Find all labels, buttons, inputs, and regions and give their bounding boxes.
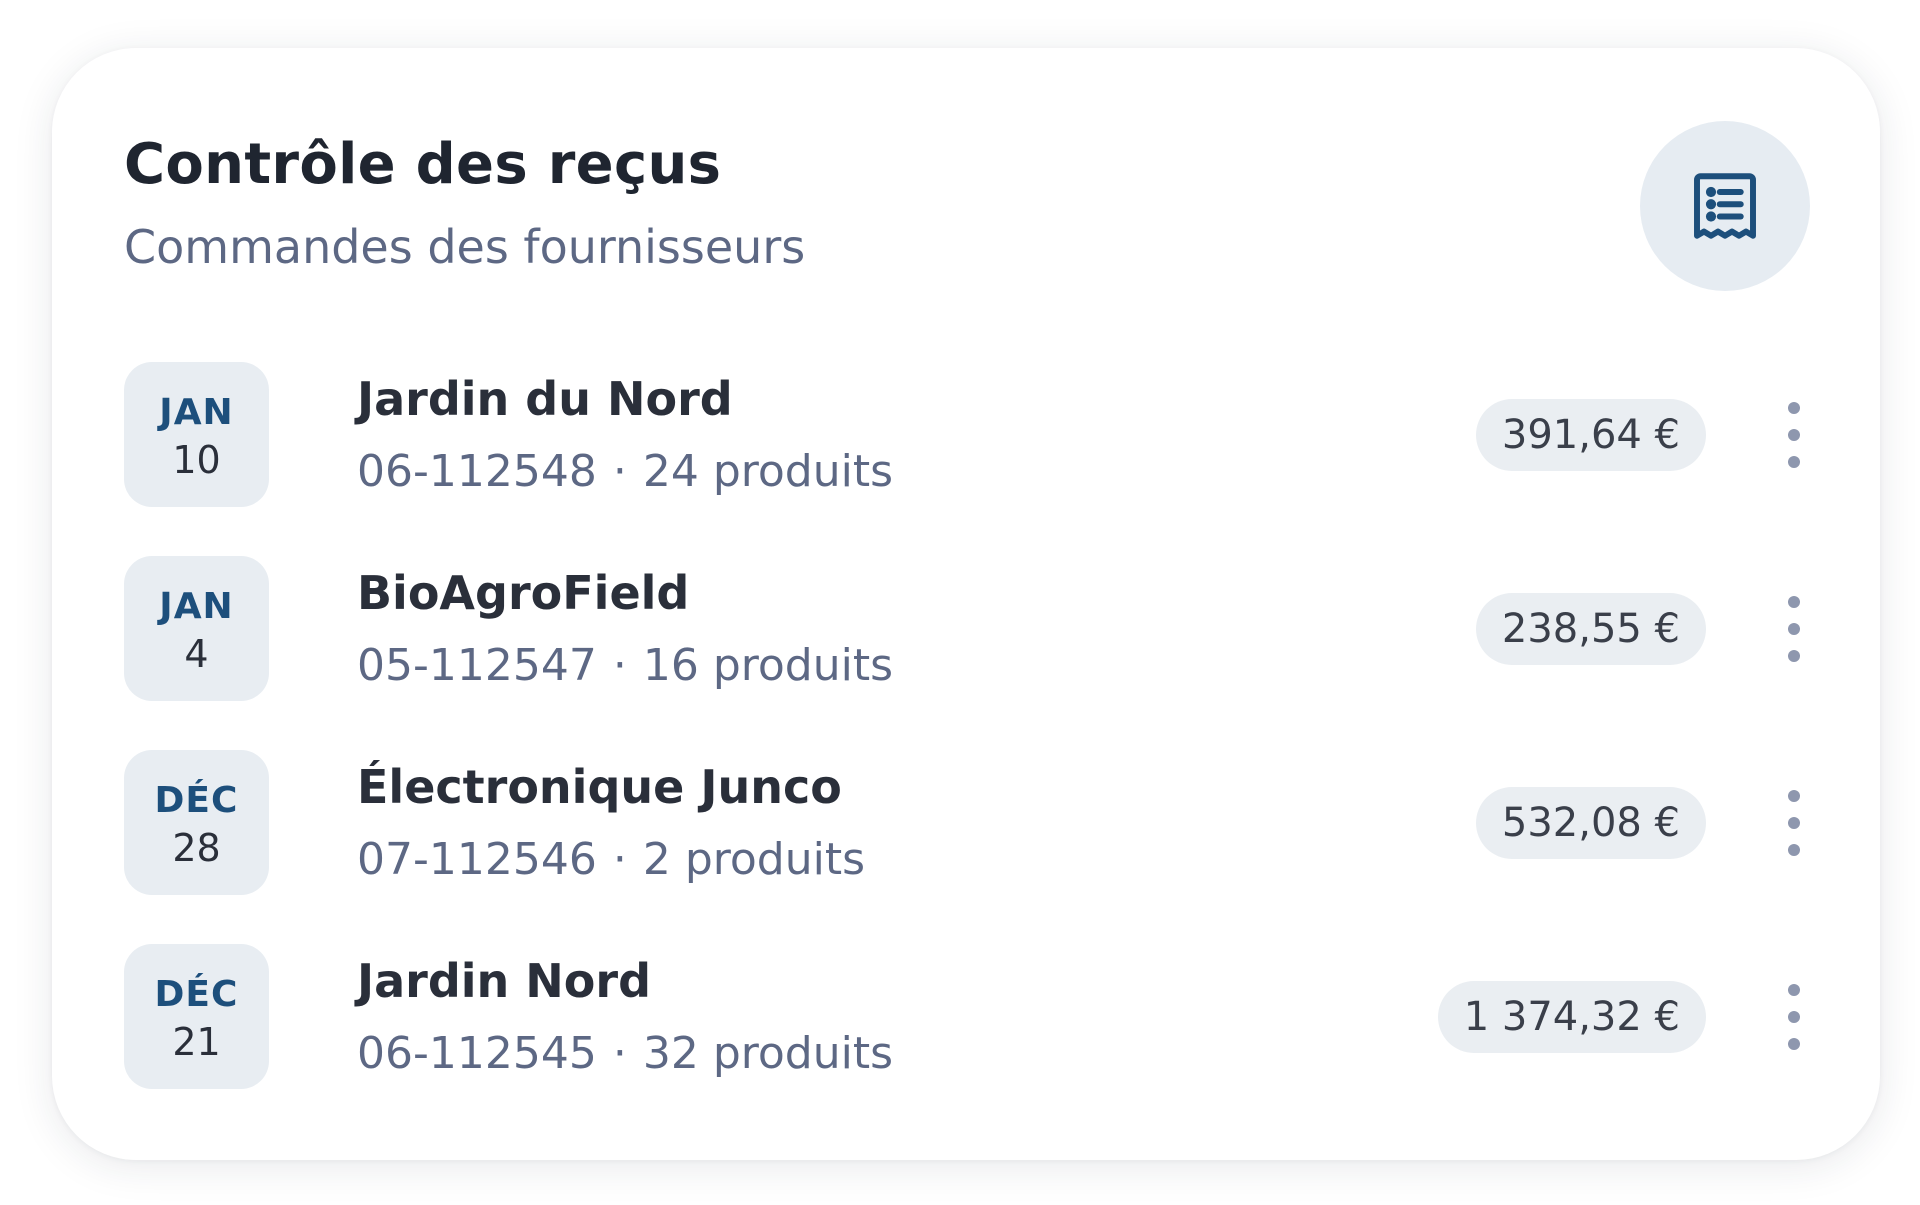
date-month: JAN [159,586,234,627]
order-number: 06-112545 [357,1028,597,1079]
receipt-meta: 06-112548 · 24 produits [357,446,893,497]
receipt-meta: 06-112545 · 32 produits [357,1028,893,1079]
order-number: 06-112548 [357,446,597,497]
order-number: 05-112547 [357,640,597,691]
meta-separator: · [612,446,627,497]
receipt-meta: 05-112547 · 16 produits [357,640,893,691]
receipt-row[interactable]: JAN 4 BioAgroField 05-112547 · 16 produits… [124,556,1836,701]
meta-separator: · [612,834,627,885]
date-day: 10 [172,438,221,482]
supplier-name: BioAgroField [357,566,690,620]
receipt-list-icon[interactable] [1640,121,1810,291]
more-vertical-icon[interactable] [1774,790,1814,856]
card-title: Contrôle des reçus [124,132,722,197]
supplier-name: Jardin du Nord [357,372,733,426]
supplier-name: Électronique Junco [357,760,842,814]
more-vertical-icon[interactable] [1774,402,1814,468]
product-count: 32 produits [642,1028,894,1079]
date-day: 28 [172,826,221,870]
order-number: 07-112546 [357,834,597,885]
receipt-row[interactable]: JAN 10 Jardin du Nord 06-112548 · 24 produ… [124,362,1836,507]
supplier-name: Jardin Nord [357,954,652,1008]
amount-badge: 391,64 € [1475,399,1706,471]
amount-badge: 1 374,32 € [1437,981,1706,1053]
amount-badge: 532,08 € [1475,787,1706,859]
date-badge: DÉC 28 [124,750,269,895]
meta-separator: · [612,640,627,691]
product-count: 2 produits [642,834,866,885]
product-count: 24 produits [642,446,894,497]
amount-badge: 238,55 € [1475,593,1706,665]
date-month: DÉC [154,780,239,821]
date-month: DÉC [154,974,239,1015]
receipt-meta: 07-112546 · 2 produits [357,834,865,885]
product-count: 16 produits [642,640,894,691]
receipts-card: Contrôle des reçus Commandes des fournis… [52,48,1880,1160]
card-subtitle: Commandes des fournisseurs [124,220,806,274]
receipt-row[interactable]: DÉC 21 Jardin Nord 06-112545 · 32 produits… [124,944,1836,1089]
more-vertical-icon[interactable] [1774,596,1814,662]
more-vertical-icon[interactable] [1774,984,1814,1050]
receipt-list: JAN 10 Jardin du Nord 06-112548 · 24 produ… [124,362,1836,1138]
receipt-row[interactable]: DÉC 28 Électronique Junco 07-112546 · 2 pr… [124,750,1836,895]
date-badge: JAN 10 [124,362,269,507]
meta-separator: · [612,1028,627,1079]
date-day: 4 [184,632,209,676]
date-badge: JAN 4 [124,556,269,701]
date-month: JAN [159,392,234,433]
date-day: 21 [172,1020,221,1064]
date-badge: DÉC 21 [124,944,269,1089]
